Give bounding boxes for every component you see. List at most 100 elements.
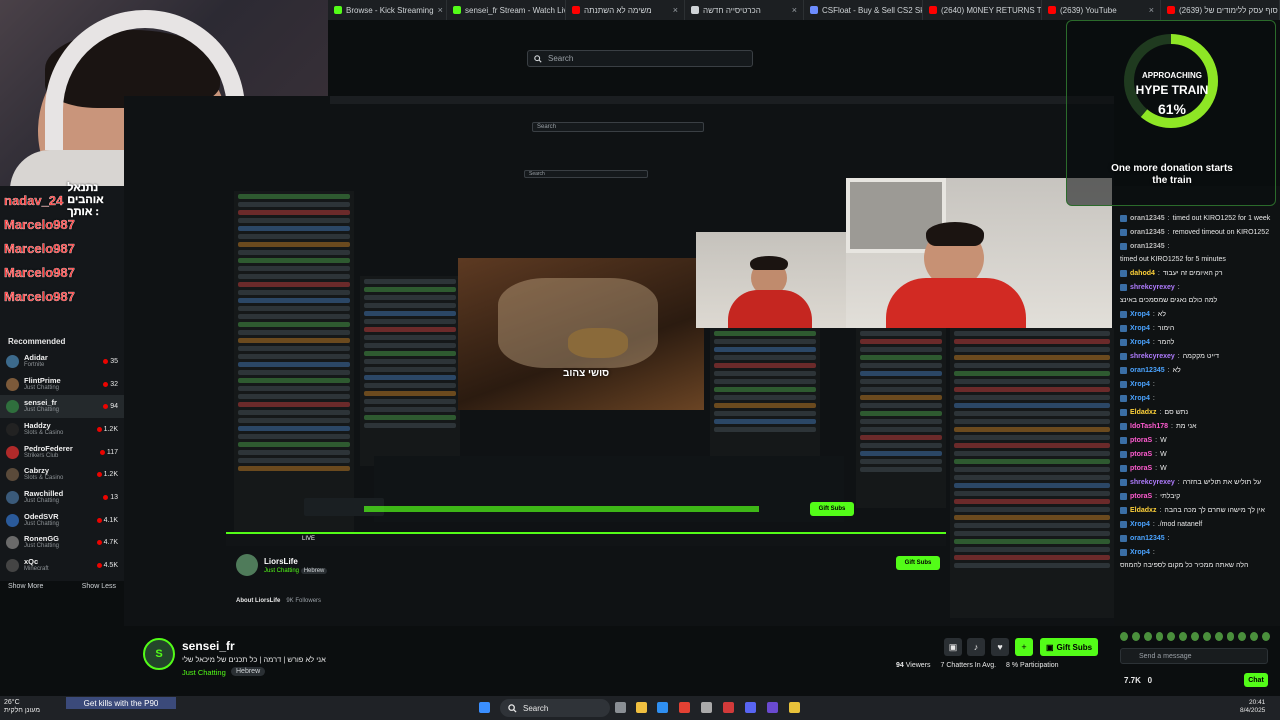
browser-tab[interactable]: Browse - Kick Streaming × [328,0,447,20]
taskbar-search[interactable]: Search [500,699,610,717]
live-dot-icon [96,426,102,432]
sidebar-channel[interactable]: FlintPrime Just Chatting 32 [0,373,124,396]
badge-icon [1120,381,1127,388]
close-icon[interactable]: × [438,5,443,15]
chat-username: Xrop4 [1130,521,1150,528]
sidebar-channel[interactable]: RonenGG Just Chatting 4.7K [0,532,124,555]
badge-icon [1120,284,1127,291]
sidebar-channel[interactable]: OdedSVR Just Chatting 4.1K [0,509,124,532]
windows-start-icon[interactable] [479,702,490,713]
show-less-link[interactable]: Show Less [82,583,116,590]
edge-icon[interactable] [657,702,668,713]
browser-tab[interactable]: הכרטיסייה חדשה × [685,0,804,20]
sidebar-channel[interactable]: Cabrzy Slots & Casino 1.2K [0,463,124,486]
heart-icon[interactable]: ♥ [991,638,1009,656]
tab-label: sensei_fr Stream - Watch Live [465,5,566,15]
chat-message: Xrop4: הלה שאתה ממכיר כל מקום לספיבה להמו… [1120,549,1249,569]
live-dot-icon [103,381,109,387]
language-tag[interactable]: Hebrew [231,667,266,676]
chat-message: Eldadxz: אין לך מישהו שחרם לך מכה בהבה [1114,504,1280,518]
live-dot-icon [96,540,102,546]
game-banner: Get kills with the P90 [66,697,176,709]
chat-username: Xrop4 [1130,325,1150,332]
search-icon [534,54,542,63]
chat-message: oran12345: לא [1114,364,1280,378]
chat-messages: oran12345: timed out KIRO1252 for 1 week o… [1114,186,1280,573]
close-icon[interactable]: × [792,5,797,15]
sidebar-channel[interactable]: Rawchilled Just Chatting 13 [0,486,124,509]
chat-username: Eldadxz [1130,507,1157,514]
app2-icon[interactable] [767,702,778,713]
browser-tab[interactable]: משימה לא השתנתה × [566,0,685,20]
show-more-link[interactable]: Show More [8,583,43,590]
chat-text: הימור [1157,325,1175,332]
browser-tab[interactable]: (2639) YouTube × [1042,0,1161,20]
sidebar-channel[interactable]: xQc Minecraft 4.5K [0,554,124,577]
system-clock[interactable]: 20:41 8/4/2025 [1240,699,1265,715]
hype-approaching: APPROACHING [1141,71,1202,80]
chat-username: Xrop4 [1130,339,1150,346]
browser-tab[interactable]: sensei_fr Stream - Watch Live× [447,0,566,20]
chat-text: קיבלתי [1160,493,1181,500]
chat-send-button[interactable]: Chat [1244,673,1268,687]
chrome-icon[interactable] [679,702,690,713]
chat-username: oran12345 [1130,243,1165,250]
gift-subs-button[interactable]: ▣ Gift Subs [1040,638,1098,656]
stream-category[interactable]: Just Chatting [182,668,226,677]
chat-text: אני מת [1175,423,1197,430]
sidebar-channel[interactable]: PedroFederer Strikers Club 117 [0,441,124,464]
nested-video: סושי צהוב [458,258,704,410]
chat-text: W [1160,451,1167,458]
bell-icon[interactable]: ♪ [967,638,985,656]
app-icon[interactable] [723,702,734,713]
channel-name[interactable]: sensei_fr [182,639,235,653]
channel-avatar[interactable]: S [143,638,175,670]
browser-tab[interactable]: CSFloat - Buy & Sell CS2 Skins× [804,0,923,20]
browser-tab[interactable]: (2640) M0NEY RETURNS TO S× [923,0,1042,20]
sidebar-channel[interactable]: sensei_fr Just Chatting 94 [0,395,124,419]
discord-icon[interactable] [745,702,756,713]
badge-icon [1120,423,1127,430]
chat-message: ptoraS: קיבלתי [1114,490,1280,504]
chat-username: dahod4 [1130,270,1155,277]
tab-label: הכרטיסייה חדשה [703,5,761,15]
badge-icon [1120,229,1127,236]
nested-about: About LiorsLife [236,598,281,604]
chat-username: shrekcyrexey [1130,284,1175,291]
emote-bar[interactable] [1120,629,1270,643]
follow-overlay: nadav_24 נתנאל אוהבים אותך : Marcelo987 Mar… [0,182,124,331]
badge-icon [1120,493,1127,500]
chat-text: ./mod natanelf [1157,521,1203,528]
nested-followers: 9K Followers [286,598,322,604]
search-input[interactable]: Search [527,50,753,67]
app3-icon[interactable] [789,702,800,713]
task-view-icon[interactable] [615,702,626,713]
tab-favicon-icon [572,6,580,14]
nested-channel-info: LiorsLife Just Chatting Hebrew About Lio… [236,554,956,624]
steam-icon[interactable] [701,702,712,713]
chat-text: timed out KIRO1252 for 1 week [1172,215,1271,222]
viewer-count: 94 Viewers [896,662,931,669]
close-icon[interactable]: × [673,5,678,15]
search-placeholder: Search [548,54,574,63]
theater-icon[interactable]: ▣ [944,638,962,656]
plus-icon[interactable]: + [1015,638,1033,656]
follow-overlay-row: Marcelo987 [4,264,75,280]
sidebar-channel[interactable]: Haddzy Slots & Casino 1.2K [0,418,124,441]
weather-widget[interactable]: 26°C מעונן חלקית [4,699,40,715]
show-more-row: Show More Show Less [0,577,124,596]
chat-username: Xrop4 [1130,311,1150,318]
chat-username: shrekcyrexey [1130,353,1175,360]
sidebar-channel[interactable]: Adidar Fortnite 35 [0,350,124,373]
chat-message: oran12345: timed out KIRO1252 for 1 week [1114,212,1280,226]
file-explorer-icon[interactable] [636,702,647,713]
chat-username: oran12345 [1130,215,1165,222]
chat-message: Xrop4: לא [1114,308,1280,322]
chat-input[interactable]: Send a message [1120,648,1268,664]
badge-icon [1120,507,1127,514]
hype-title: HYPE TRAIN [1135,83,1209,97]
tab-label: משימה לא השתנתה [584,5,652,15]
browser-tab[interactable]: סוף עסק ללימודים של (2639)× [1161,0,1280,20]
close-icon[interactable]: × [1149,5,1154,15]
hype-percent: 61% [1157,101,1187,117]
